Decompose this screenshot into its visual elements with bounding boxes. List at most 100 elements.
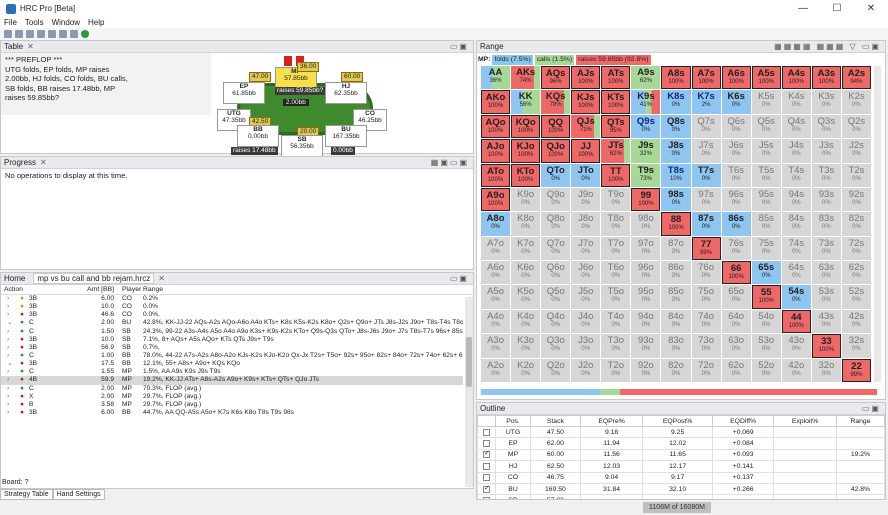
row-checkbox[interactable] (483, 449, 490, 459)
memory-status[interactable]: 1106M of 16080M (643, 502, 711, 513)
scroll-thumb[interactable] (466, 337, 472, 387)
range-cell[interactable]: A7o 0% (481, 236, 511, 261)
range-cell[interactable]: T7s 0% (691, 163, 721, 187)
row-checkbox[interactable] (483, 484, 490, 493)
range-cell[interactable]: Q5o 0% (541, 285, 571, 309)
range-cell[interactable]: J3s 0% (811, 139, 841, 163)
range-cell[interactable]: J5o 0% (571, 285, 601, 309)
seat-sb[interactable]: SB 56.35bb (281, 135, 323, 157)
range-cell[interactable]: A3s 100% (811, 66, 841, 90)
range-cell[interactable]: T9o 0% (601, 187, 631, 212)
range-cell[interactable]: A6o 0% (481, 261, 511, 285)
range-cell[interactable]: A2s 94% (841, 66, 871, 90)
range-cell[interactable]: 95o 0% (631, 285, 661, 309)
range-cell[interactable]: J5s 0% (751, 139, 781, 163)
range-cell[interactable]: K8o 0% (511, 212, 541, 236)
range-cell[interactable]: T4s 0% (781, 163, 811, 187)
seat-bb[interactable]: BB 0.00bb (237, 125, 279, 147)
outline-row[interactable]: UTG 47.50 9.18 9.25 +0.069 (477, 425, 885, 439)
range-cell[interactable]: ATs 100% (601, 66, 631, 90)
expand-arrow-icon[interactable]: ⌄ (1, 360, 15, 368)
range-cell[interactable]: A3o 0% (481, 334, 511, 358)
range-cell[interactable]: T8o 0% (601, 212, 631, 236)
range-cell[interactable]: 75o 0% (691, 285, 721, 309)
range-cell[interactable]: 65o 0% (721, 285, 751, 309)
col-range[interactable]: Range (143, 285, 163, 294)
range-cell[interactable]: 76o 0% (691, 261, 721, 285)
menu-file[interactable]: File (0, 17, 21, 28)
panel-controls[interactable]: ▦▦▦▦ ▦▦▦ ▽ ▭▣ (774, 42, 881, 51)
range-cell[interactable]: J2s 0% (841, 139, 871, 163)
range-cell[interactable]: 96s 0% (721, 187, 751, 212)
range-cell[interactable]: AJs 100% (571, 66, 601, 90)
range-cell[interactable]: 85s 0% (751, 212, 781, 236)
col-eqpre[interactable]: EQPre% (579, 415, 644, 427)
outline-row[interactable]: EP 62.00 11.94 12.02 +0.084 (477, 437, 885, 450)
col-stack[interactable]: Stack (530, 415, 581, 427)
tab-hand-settings[interactable]: Hand Settings (52, 489, 105, 500)
range-cell[interactable]: 72s 0% (841, 236, 871, 261)
range-cell[interactable]: AKs 74% (511, 66, 541, 90)
col-exploit[interactable]: Exploit% (773, 415, 837, 427)
close-tab-icon[interactable]: ✕ (27, 42, 34, 51)
col-eqpost[interactable]: EQPost% (642, 415, 713, 427)
range-cell[interactable]: 88 100% (661, 212, 691, 236)
col-pos[interactable]: Pos. (494, 415, 532, 427)
expand-arrow-icon[interactable]: ⌄ (1, 319, 15, 327)
range-cell[interactable]: A4s 100% (781, 66, 811, 90)
range-cell[interactable]: K4s 0% (781, 90, 811, 114)
range-cell[interactable]: Q3o 0% (541, 334, 571, 358)
col-range[interactable]: Range (835, 415, 885, 427)
range-cell[interactable]: J3o 0% (571, 334, 601, 358)
range-tab[interactable]: Range (480, 42, 504, 51)
range-cell[interactable]: K7o 0% (511, 236, 541, 261)
tree-row[interactable]: › ● 3B 46.6 CO 0.0%, (1, 311, 463, 319)
panel-controls[interactable]: ▭▣ (450, 274, 469, 283)
range-cell[interactable]: 44 100% (781, 309, 811, 334)
seat-hj[interactable]: HJ 62.35bb (325, 82, 367, 104)
range-cell[interactable]: 92o 0% (631, 358, 661, 382)
range-cell[interactable]: T6o 0% (601, 261, 631, 285)
range-cell[interactable]: JTs 62% (601, 139, 631, 163)
tree-row[interactable]: ⌄ ● 3B 17.5 BB 12.1%, 55+ A8s+ A9o+ KQs KQo (1, 360, 463, 368)
range-cell[interactable]: JTo 0% (571, 163, 601, 187)
range-cell[interactable]: A7s 100% (691, 66, 721, 90)
range-cell[interactable]: 92s 0% (841, 187, 871, 212)
range-cell[interactable]: J7o 0% (571, 236, 601, 261)
range-cell[interactable]: 87o 0% (661, 236, 691, 261)
range-cell[interactable]: QTs 95% (601, 114, 631, 139)
home-tab[interactable]: Home (4, 274, 25, 283)
range-cell[interactable]: KK 56% (511, 90, 541, 114)
seat-bu[interactable]: BU 167.35bb (325, 125, 367, 147)
range-cell[interactable]: K6s 0% (721, 90, 751, 114)
outline-row[interactable]: HJ 62.50 12.03 12.17 +0.141 (477, 460, 885, 473)
export-icon[interactable] (59, 30, 67, 38)
range-cell[interactable]: J8s 0% (661, 139, 691, 163)
range-cell[interactable]: KTo 100% (511, 163, 541, 187)
range-cell[interactable]: 53o 0% (751, 334, 781, 358)
tree-row[interactable]: › ● 3B 6.00 BB 44.7%, AA QQ-A5s A5o+ K7s K6s … (1, 409, 463, 417)
range-cell[interactable]: A2o 0% (481, 358, 511, 382)
range-cell[interactable]: 74s 0% (781, 236, 811, 261)
range-cell[interactable]: J7s 0% (691, 139, 721, 163)
panel-controls[interactable]: ▭▣ (862, 404, 881, 413)
range-cell[interactable]: JJ 100% (571, 139, 601, 163)
range-cell[interactable]: A8o 0% (481, 212, 511, 236)
range-cell[interactable]: 97o 0% (631, 236, 661, 261)
col-eqdiff[interactable]: EQDiff% (711, 415, 775, 427)
range-cell[interactable]: J4s 0% (781, 139, 811, 163)
range-cell[interactable]: KQs 78% (541, 90, 571, 114)
tree-row[interactable]: › ● 3B 10.0 CO 0.0% (1, 303, 463, 311)
range-cell[interactable]: 96o 0% (631, 261, 661, 285)
range-cell[interactable]: 87s 0% (691, 212, 721, 236)
range-cell[interactable]: J6s 0% (721, 139, 751, 163)
tree-row[interactable]: › ● 4B 59.9 MP 19.2%, KK-JJ ATs+ A8s-A2s A9o+… (1, 376, 463, 385)
range-cell[interactable]: Q6o 0% (541, 261, 571, 285)
expand-arrow-icon[interactable]: › (1, 352, 15, 360)
range-cell[interactable]: 97s 0% (691, 187, 721, 212)
row-checkbox[interactable] (483, 496, 490, 499)
range-cell[interactable]: Q4s 0% (781, 114, 811, 139)
range-cell[interactable]: Q5s 0% (751, 114, 781, 139)
col-player[interactable]: Player (122, 285, 143, 294)
range-cell[interactable]: K5o 0% (511, 285, 541, 309)
